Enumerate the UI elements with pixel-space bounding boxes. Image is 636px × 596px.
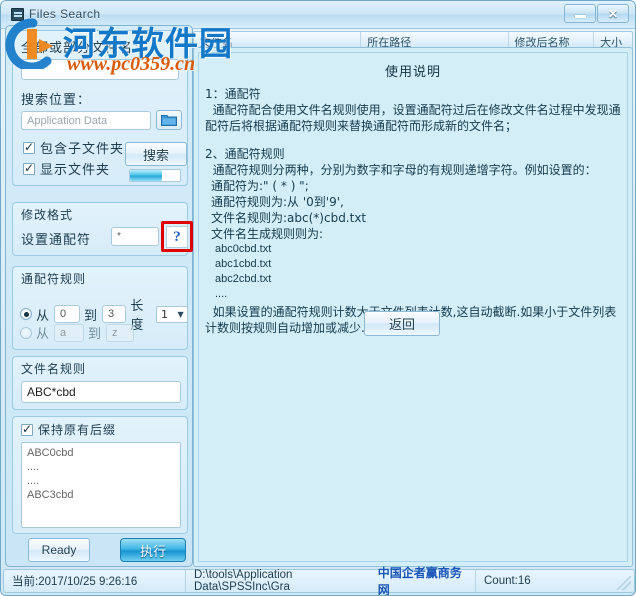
list-item[interactable]: ABC3cbd: [27, 488, 175, 502]
back-button[interactable]: 返回: [364, 311, 440, 336]
numeric-rule-radio[interactable]: [20, 308, 32, 320]
help-line-gen-rule: 文件名生成规则则为:: [211, 227, 324, 241]
app-icon: [11, 7, 24, 21]
ready-button[interactable]: Ready: [28, 538, 90, 562]
format-group: 修改格式 设置通配符 * ?: [12, 202, 193, 256]
help-example-2: abc1cbd.txt: [215, 258, 272, 270]
list-item[interactable]: ....: [27, 474, 175, 488]
alpha-from-label: 从: [36, 327, 51, 342]
chevron-down-icon[interactable]: ▼: [174, 307, 187, 322]
window-title: Files Search: [29, 7, 101, 21]
browse-folder-button[interactable]: [156, 110, 182, 130]
show-folders-label: 显示文件夹: [40, 163, 111, 178]
help-panel: 使用说明 1：通配符 通配符配合使用文件名规则使用，设置通配符过后在修改文件名过…: [193, 47, 633, 567]
wildcard-rule-group: 通配符规则 从 0 到 3 长度 1 ▼ 从 a 到 z: [12, 266, 189, 350]
close-button[interactable]: ✕: [597, 4, 629, 23]
progress-fill: [130, 170, 162, 181]
resize-grip-icon[interactable]: [617, 576, 631, 590]
alpha-rule-row[interactable]: 从 a 到 z: [20, 323, 135, 342]
checkbox-icon: [23, 140, 35, 154]
folder-icon: [161, 115, 177, 126]
help-line-name-rule: 文件名规则为:abc(*)cbd.txt: [211, 211, 367, 225]
alpha-from-input: a: [54, 323, 85, 342]
minimize-icon: [574, 14, 586, 18]
wildcard-input[interactable]: *: [111, 227, 159, 246]
search-button[interactable]: 搜索: [125, 142, 187, 166]
execute-button[interactable]: 执行: [120, 538, 186, 562]
show-folders-checkbox[interactable]: 显示文件夹: [23, 159, 110, 178]
help-line-rule: 通配符规则为:从 '0到'9',: [211, 195, 344, 209]
help-title: 使用说明: [384, 65, 441, 80]
location-input[interactable]: Application Data: [21, 111, 151, 130]
left-panel: 全部或部分文件名： 搜索位置： Application Data 包含子文件夹 …: [5, 25, 193, 567]
help-section1-body: 通配符配合使用文件名规则使用，设置通配符过后在修改文件名过程中发现通配符后将根据…: [205, 103, 621, 133]
status-bar: 当前:2017/10/25 9:26:16 D:\tools\Applicati…: [3, 566, 635, 595]
help-example-1: abc0cbd.txt: [215, 243, 272, 255]
help-section1-heading: 1：通配符: [205, 87, 261, 101]
wildcard-label: 设置通配符: [21, 233, 92, 248]
numeric-to-input[interactable]: 3: [101, 305, 127, 323]
filename-rule-group-label: 文件名规则: [21, 362, 87, 376]
preview-group: 保持原有后缀 ABC0cbd .... .... ABC3cbd: [12, 416, 188, 534]
keep-suffix-label: 保持原有后缀: [38, 423, 117, 437]
filename-label: 全部或部分文件名：: [21, 41, 148, 56]
numeric-to-label: 到: [83, 308, 98, 324]
title-bar-left: Files Search: [11, 7, 101, 21]
help-example-4: ....: [215, 288, 228, 300]
help-section2-heading: 2、通配符规则: [205, 147, 285, 161]
checkbox-icon: [21, 422, 33, 436]
help-section2-body: 通配符规则分两种，分别为数字和字母的有规则递增字符。例如设置的：: [205, 163, 597, 177]
checkbox-icon: [23, 161, 35, 175]
status-count: Count:16: [484, 575, 531, 587]
format-group-label: 修改格式: [21, 208, 74, 222]
location-label: 搜索位置：: [21, 93, 92, 108]
list-item[interactable]: ....: [27, 460, 175, 474]
search-progress-bar: [129, 169, 181, 182]
length-value: 1: [161, 307, 169, 321]
alpha-to-input: z: [106, 323, 135, 342]
help-line-wildcard: 通配符为:" ( * ) ";: [211, 179, 309, 193]
status-path: D:\tools\Application Data\SPSSInc\Gra: [194, 569, 293, 593]
help-example-3: abc2cbd.txt: [215, 273, 272, 285]
status-current-time: 当前:2017/10/25 9:26:16: [4, 570, 186, 592]
numeric-from-input[interactable]: 0: [54, 305, 80, 323]
alpha-rule-radio[interactable]: [20, 326, 32, 339]
minimize-button[interactable]: [564, 4, 596, 23]
application-window: Files Search ✕ 文件名 所在路径 修改后名称 大小 使用说明 1：…: [0, 0, 636, 596]
close-icon: ✕: [607, 6, 619, 21]
include-subfolders-checkbox[interactable]: 包含子文件夹: [23, 138, 124, 157]
search-group: 全部或部分文件名： 搜索位置： Application Data 包含子文件夹 …: [12, 30, 188, 186]
filename-rule-input[interactable]: ABC*cbd: [21, 381, 181, 403]
numeric-from-label: 从: [36, 308, 51, 324]
alpha-to-label: 到: [88, 327, 103, 342]
watermark-status-overlay: 中国企者赢商务网: [377, 566, 462, 596]
length-dropdown[interactable]: 1 ▼: [156, 305, 189, 323]
filename-rule-group: 文件名规则 ABC*cbd: [12, 356, 188, 410]
status-path-cell: D:\tools\Application Data\SPSSInc\Gra 中国…: [186, 566, 476, 595]
keep-suffix-checkbox[interactable]: 保持原有后缀: [21, 421, 116, 438]
help-panel-inner: 使用说明 1：通配符 通配符配合使用文件名规则使用，设置通配符过后在修改文件名过…: [198, 52, 628, 562]
filename-input[interactable]: [21, 59, 179, 80]
help-button-highlight: [161, 221, 193, 252]
wildcard-rule-group-label: 通配符规则: [21, 272, 87, 286]
include-subfolders-label: 包含子文件夹: [40, 142, 125, 157]
list-item[interactable]: ABC0cbd: [27, 446, 175, 460]
window-controls: ✕: [564, 4, 629, 23]
preview-listbox[interactable]: ABC0cbd .... .... ABC3cbd: [21, 442, 181, 528]
